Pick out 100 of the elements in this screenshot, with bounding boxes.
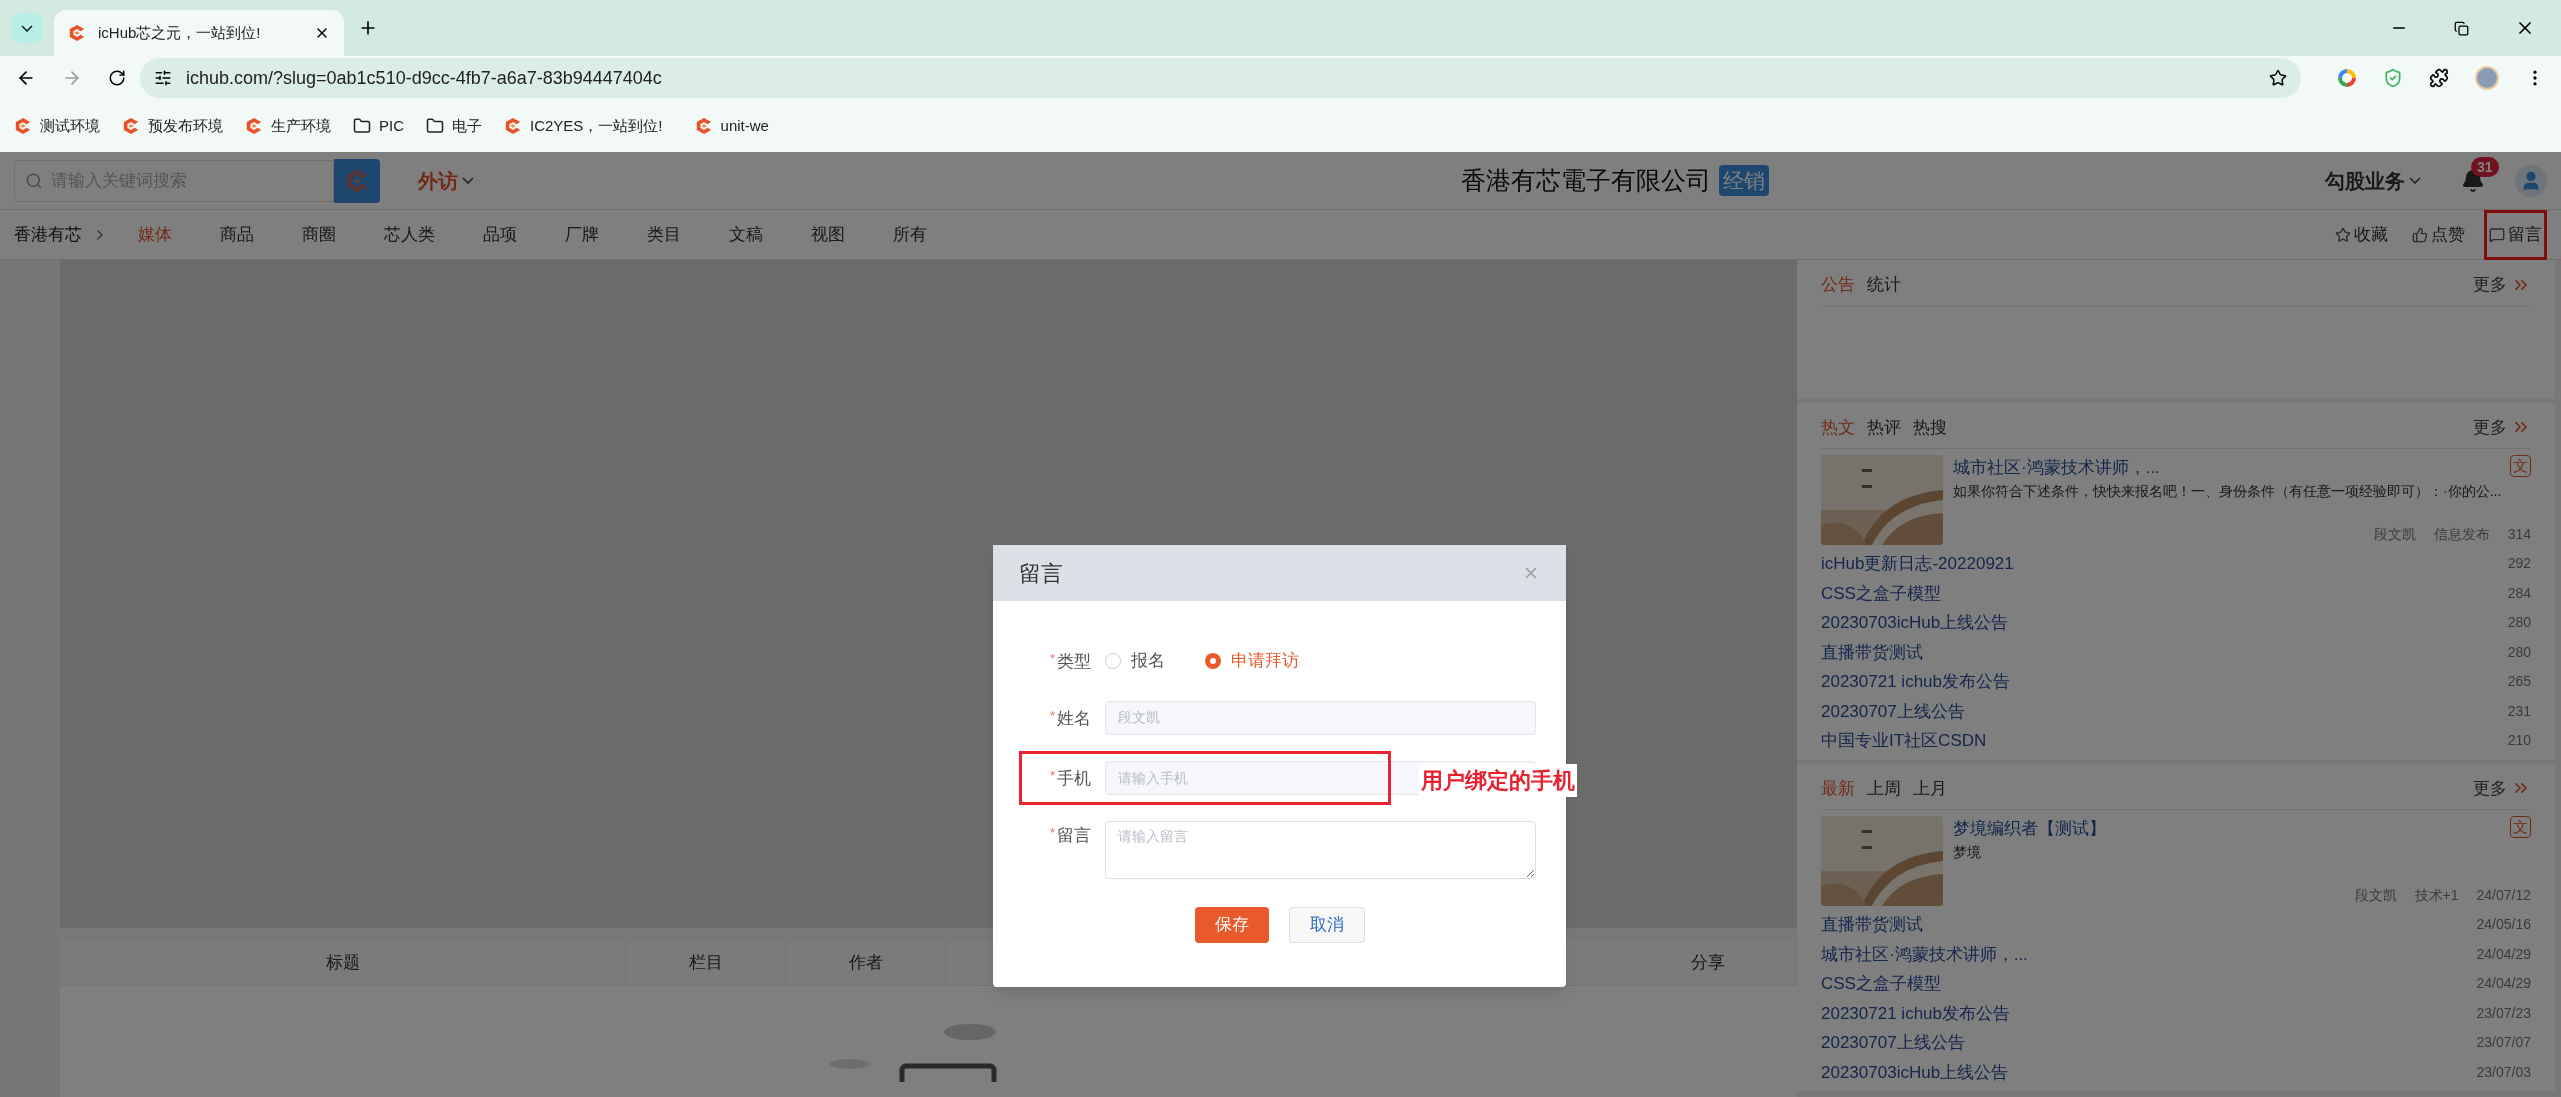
ring-extension-icon[interactable] bbox=[2337, 68, 2357, 88]
article-stat: 265 bbox=[2507, 672, 2531, 692]
bookmark-item[interactable]: 预发布环境 bbox=[122, 114, 223, 138]
panel-tab[interactable]: 最新 bbox=[1821, 775, 1855, 801]
field-label: 手机 bbox=[1057, 767, 1091, 790]
cancel-button[interactable]: 取消 bbox=[1288, 906, 1365, 943]
more-link[interactable]: 更多 bbox=[2473, 414, 2507, 440]
folder-icon bbox=[426, 117, 444, 135]
nav-tab[interactable]: 品项 bbox=[483, 221, 517, 248]
breadcrumb-link[interactable]: 香港有芯 bbox=[14, 221, 82, 248]
reload-icon[interactable] bbox=[108, 69, 126, 87]
article-meta: 信息发布 bbox=[2433, 525, 2490, 544]
company-title: 香港有芯電子有限公司 bbox=[1460, 164, 1711, 196]
nav-tab[interactable]: 文稿 bbox=[729, 221, 763, 248]
article-link[interactable]: 城市社区·鸿蒙技术讲师，... bbox=[1821, 941, 2028, 967]
chevron-down-icon bbox=[21, 24, 33, 32]
article-link[interactable]: CSS之盒子模型 bbox=[1821, 971, 1941, 997]
required-mark: * bbox=[1049, 823, 1055, 842]
nav-tab[interactable]: 厂牌 bbox=[565, 221, 599, 248]
more-link[interactable]: 更多 bbox=[2473, 272, 2507, 298]
article-stat: 280 bbox=[2507, 613, 2531, 633]
like-icon bbox=[2412, 226, 2428, 243]
user-avatar[interactable] bbox=[2515, 164, 2547, 197]
column-header: 作者 bbox=[786, 940, 946, 985]
article-meta: 技术+1 bbox=[2414, 886, 2459, 905]
folder-icon bbox=[353, 117, 371, 135]
article-type-badge: 文 bbox=[2510, 816, 2531, 838]
article-title[interactable]: 城市社区·鸿蒙技术讲师，... bbox=[1953, 455, 2160, 481]
article-link[interactable]: 20230721 ichub发布公告 bbox=[1821, 1000, 2010, 1026]
restore-icon[interactable] bbox=[2454, 20, 2469, 36]
address-bar[interactable]: ichub.com/?slug=0ab1c510-d9cc-4fb7-a6a7-83b94447404c bbox=[140, 58, 2301, 98]
column-header: 标题 bbox=[60, 940, 626, 985]
extensions-icon[interactable] bbox=[2429, 68, 2449, 88]
article-stat: 23/07/23 bbox=[2476, 1003, 2531, 1023]
browser-tab[interactable]: icHub芯之元，一站到位! bbox=[54, 10, 344, 56]
shield-check-icon[interactable] bbox=[2383, 68, 2403, 88]
article-title[interactable]: 梦境编织者【测试】 bbox=[1953, 816, 2106, 842]
profile-avatar[interactable] bbox=[2475, 66, 2499, 90]
panel-tab[interactable]: 热文 bbox=[1821, 414, 1855, 440]
nav-tab[interactable]: 所有 bbox=[893, 221, 927, 248]
article-link[interactable]: 中国专业IT社区CSDN bbox=[1821, 728, 1987, 754]
nav-tab[interactable]: 芯人类 bbox=[384, 221, 435, 248]
panel-tab[interactable]: 热评 bbox=[1867, 414, 1901, 440]
message-field[interactable]: 请输入留言 bbox=[1105, 820, 1536, 879]
bookmark-item[interactable]: IC2YES，一站到位! bbox=[504, 114, 663, 138]
panel-tab[interactable]: 上月 bbox=[1913, 775, 1947, 801]
search-button[interactable] bbox=[334, 158, 380, 203]
nav-tab[interactable]: 商圈 bbox=[302, 221, 336, 248]
nav-tab[interactable]: 视图 bbox=[811, 221, 845, 248]
article-meta: 段文凯 bbox=[2354, 886, 2397, 905]
caret-icon bbox=[2409, 177, 2421, 184]
business-menu[interactable]: 勾股业务 bbox=[2325, 165, 2421, 196]
nav-tab[interactable]: 商品 bbox=[220, 221, 254, 248]
radio-label[interactable]: 报名 bbox=[1131, 648, 1165, 674]
site-info-icon[interactable] bbox=[154, 69, 172, 87]
article-link[interactable]: 20230707上线公告 bbox=[1821, 1030, 1965, 1056]
article-link[interactable]: icHub更新日志-20220921 bbox=[1821, 551, 2014, 577]
article-stat: 23/07/03 bbox=[2476, 1062, 2531, 1082]
bookmark-item[interactable]: unit-we bbox=[694, 114, 769, 138]
panel-tab[interactable]: 统计 bbox=[1867, 272, 1901, 298]
article-summary: 梦境 bbox=[1953, 842, 1982, 862]
action-link[interactable]: 点赞 bbox=[2407, 209, 2470, 260]
article-stat: 24/04/29 bbox=[2476, 974, 2531, 994]
panel-tab[interactable]: 公告 bbox=[1821, 272, 1855, 298]
article-link[interactable]: 20230707上线公告 bbox=[1821, 698, 1965, 724]
article-meta: 314 bbox=[2507, 525, 2531, 544]
bookmark-item[interactable]: 测试环境 bbox=[14, 114, 100, 138]
bookmark-item[interactable]: 电子 bbox=[426, 114, 482, 138]
article-link[interactable]: CSS之盒子模型 bbox=[1821, 580, 1941, 606]
article-link[interactable]: 20230721 ichub发布公告 bbox=[1821, 669, 2010, 695]
notification-count: 31 bbox=[2471, 156, 2499, 177]
bookmark-star-icon[interactable] bbox=[2269, 69, 2287, 87]
save-button[interactable]: 保存 bbox=[1194, 906, 1269, 943]
article-link[interactable]: 直播带货测试 bbox=[1821, 912, 1923, 938]
panel-tab[interactable]: 上周 bbox=[1867, 775, 1901, 801]
bookmark-item[interactable]: 生产环境 bbox=[245, 114, 331, 138]
bookmark-item[interactable]: PIC bbox=[353, 114, 404, 138]
article-stat: 24/05/16 bbox=[2476, 915, 2531, 935]
nav-tab[interactable]: 媒体 bbox=[138, 221, 172, 248]
required-mark: * bbox=[1049, 766, 1055, 785]
site-logo-icon bbox=[504, 117, 522, 135]
article-link[interactable]: 20230703icHub上线公告 bbox=[1821, 1059, 2009, 1085]
action-link[interactable]: 收藏 bbox=[2330, 209, 2393, 260]
panel-tab[interactable]: 热搜 bbox=[1913, 414, 1947, 440]
article-stat: 24/04/29 bbox=[2476, 944, 2531, 964]
action-link[interactable]: 留言 bbox=[2484, 209, 2547, 260]
more-link[interactable]: 更多 bbox=[2473, 775, 2507, 801]
nav-tab[interactable]: 类目 bbox=[647, 221, 681, 248]
radio-label[interactable]: 申请拜访 bbox=[1231, 648, 1299, 674]
article-stat: 23/07/07 bbox=[2476, 1033, 2531, 1053]
radio-button[interactable] bbox=[1205, 652, 1221, 669]
article-meta: 24/07/12 bbox=[2476, 886, 2531, 905]
tab-search-button[interactable] bbox=[12, 13, 42, 43]
url-text: ichub.com/?slug=0ab1c510-d9cc-4fb7-a6a7-83b94447404c bbox=[186, 66, 663, 90]
radio-button[interactable] bbox=[1105, 652, 1121, 669]
article-link[interactable]: 直播带货测试 bbox=[1821, 639, 1923, 665]
article-link[interactable]: 20230703icHub上线公告 bbox=[1821, 610, 2009, 636]
site-logo-icon bbox=[68, 24, 86, 42]
visit-menu[interactable]: 外访 bbox=[418, 165, 474, 196]
article-stat: 210 bbox=[2507, 731, 2531, 751]
